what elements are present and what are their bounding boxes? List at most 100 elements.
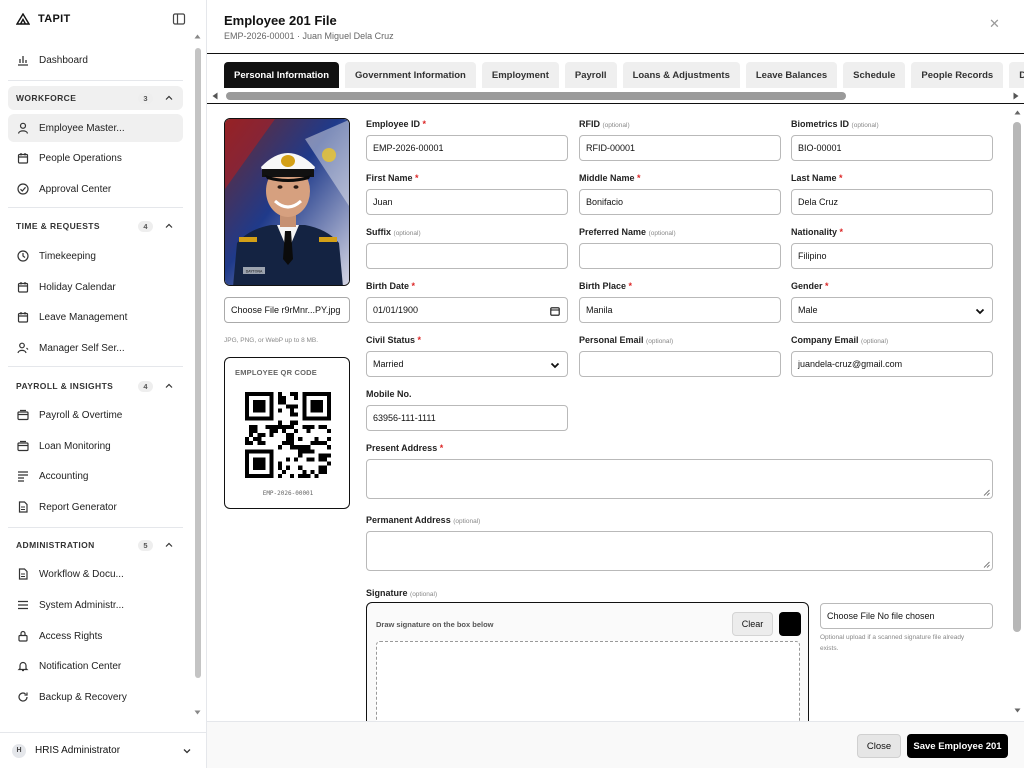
resize-grip-icon[interactable]	[983, 561, 990, 568]
page-subtitle: EMP-2026-00001 · Juan Miguel Dela Cruz	[224, 31, 394, 41]
gender-select[interactable]: Male	[791, 297, 993, 323]
sidebar-item-manager-self-service[interactable]: Manager Self Ser...	[8, 334, 183, 362]
photo-file-input[interactable]: Choose File r9rMnr...PY.jpg	[224, 297, 350, 323]
sidebar-item-label: Payroll & Overtime	[39, 409, 123, 421]
tab-schedule[interactable]: Schedule	[843, 62, 906, 88]
sidebar-item-backup-recovery[interactable]: Backup & Recovery	[8, 683, 183, 711]
section-workforce[interactable]: WORKFORCE 3	[8, 86, 183, 110]
sidebar-item-workflow-documents[interactable]: Workflow & Docu...	[8, 560, 183, 588]
tab-employment[interactable]: Employment	[481, 62, 559, 88]
sidebar-item-notification-center[interactable]: Notification Center	[8, 652, 183, 680]
sidebar-item-payroll-overtime[interactable]: Payroll & Overtime	[8, 401, 183, 429]
mobile-label: Mobile No.	[366, 389, 412, 399]
sidebar-item-report-generator[interactable]: Report Generator	[8, 493, 183, 521]
calendar-icon	[17, 312, 29, 323]
gender-label: Gender *	[791, 281, 829, 291]
sidebar-item-employee-master[interactable]: Employee Master...	[8, 114, 183, 142]
tab-government-information[interactable]: Government Information	[345, 62, 476, 88]
chevron-down-icon	[183, 749, 191, 754]
sidebar-item-access-rights[interactable]: Access Rights	[8, 622, 183, 650]
name-tag-text: DAYTONA	[246, 270, 263, 274]
photo-hint: JPG, PNG, or WebP up to 8 MB.	[224, 337, 319, 344]
save-employee-button[interactable]: Save Employee 201	[907, 734, 1008, 758]
sidebar-item-leave-management[interactable]: Leave Management	[8, 303, 183, 331]
tab-documents[interactable]: Docu	[1009, 62, 1024, 88]
scroll-up-arrow-icon[interactable]	[1014, 110, 1021, 115]
gender-value: Male	[798, 305, 818, 315]
qr-title: EMPLOYEE QR CODE	[235, 368, 317, 377]
sidebar-item-accounting[interactable]: Accounting	[8, 462, 183, 490]
first-name-input[interactable]: Juan	[366, 189, 568, 215]
calendar-icon[interactable]	[550, 306, 560, 316]
resize-grip-icon[interactable]	[983, 489, 990, 496]
section-time-requests[interactable]: TIME & REQUESTS 4	[8, 214, 183, 238]
modal-footer: Close Save Employee 201	[207, 721, 1024, 768]
section-title: PAYROLL & INSIGHTS	[16, 381, 114, 391]
user-menu[interactable]: H HRIS Administrator	[0, 732, 207, 768]
sidebar-item-loan-monitoring[interactable]: Loan Monitoring	[8, 432, 183, 460]
rfid-input[interactable]: RFID-00001	[579, 135, 781, 161]
sidebar-scrollbar-thumb[interactable]	[195, 48, 201, 678]
close-icon[interactable]: ✕	[989, 16, 1000, 32]
personal-email-input[interactable]	[579, 351, 781, 377]
tab-leave-balances[interactable]: Leave Balances	[745, 62, 838, 88]
suffix-input[interactable]	[366, 243, 568, 269]
section-payroll-insights[interactable]: PAYROLL & INSIGHTS 4	[8, 374, 183, 398]
signature-file-input[interactable]: Choose File No file chosen	[820, 603, 993, 629]
rfid-label: RFID (optional)	[579, 119, 630, 129]
middle-name-input[interactable]: Bonifacio	[579, 189, 781, 215]
scroll-up-arrow-icon[interactable]	[194, 34, 201, 39]
qr-card: EMPLOYEE QR CODE EMP-2026-00001	[224, 357, 350, 509]
sidebar-item-label: Access Rights	[39, 630, 103, 642]
sidebar-item-label: Accounting	[39, 470, 89, 482]
chevron-up-icon	[165, 223, 173, 228]
sidebar-item-approval-center[interactable]: Approval Center	[8, 175, 183, 203]
tab-loans-adjustments[interactable]: Loans & Adjustments	[622, 62, 740, 88]
sidebar-item-timekeeping[interactable]: Timekeeping	[8, 242, 183, 270]
present-address-textarea[interactable]	[366, 459, 993, 499]
scroll-down-arrow-icon[interactable]	[1014, 708, 1021, 713]
section-administration[interactable]: ADMINISTRATION 5	[8, 533, 183, 557]
present-address-label: Present Address *	[366, 443, 444, 453]
section-count-badge: 4	[138, 220, 153, 232]
last-name-input[interactable]: Dela Cruz	[791, 189, 993, 215]
document-icon	[18, 568, 28, 580]
tab-payroll[interactable]: Payroll	[564, 62, 617, 88]
tab-people-records[interactable]: People Records	[911, 62, 1004, 88]
permanent-address-textarea[interactable]	[366, 531, 993, 571]
sidebar-item-label: Manager Self Ser...	[39, 342, 125, 354]
civil-status-select[interactable]: Married	[366, 351, 568, 377]
sidebar-item-label: Leave Management	[39, 311, 128, 323]
signature-clear-button[interactable]: Clear	[732, 612, 773, 636]
sidebar-item-label: Backup & Recovery	[39, 691, 127, 703]
form-scrollbar-thumb[interactable]	[1013, 122, 1021, 632]
birth-place-input[interactable]: Manila	[579, 297, 781, 323]
employee-id-input[interactable]: EMP-2026-00001	[366, 135, 568, 161]
sidebar-item-dashboard[interactable]: Dashboard	[8, 46, 183, 74]
company-email-input[interactable]: juandela-cruz@gmail.com	[791, 351, 993, 377]
sidebar-item-system-administration[interactable]: System Administr...	[8, 591, 183, 619]
bar-chart-icon	[18, 56, 28, 66]
app-window: TAPIT Dashboard WORKFORCE 3 Employee Mas…	[0, 0, 1024, 768]
calendar-icon	[17, 282, 29, 293]
sidebar-collapse-icon[interactable]	[172, 12, 186, 26]
mobile-input[interactable]: 63956-111-1111	[366, 405, 568, 431]
birth-date-input[interactable]: 01/01/1900	[366, 297, 568, 323]
sidebar-item-holiday-calendar[interactable]: Holiday Calendar	[8, 273, 183, 301]
scroll-left-arrow-icon[interactable]	[212, 92, 218, 100]
user-tie-icon	[17, 342, 29, 354]
tab-personal-information[interactable]: Personal Information	[224, 62, 340, 88]
brand[interactable]: TAPIT	[16, 13, 70, 25]
nationality-input[interactable]: Filipino	[791, 243, 993, 269]
avatar: H	[12, 743, 26, 758]
chevron-up-icon	[165, 383, 173, 388]
preferred-name-input[interactable]	[579, 243, 781, 269]
scroll-down-arrow-icon[interactable]	[194, 710, 201, 715]
close-button[interactable]: Close	[857, 734, 901, 758]
biometrics-id-input[interactable]: BIO-00001	[791, 135, 993, 161]
signature-color-swatch[interactable]	[779, 612, 801, 636]
tabs-scrollbar-thumb[interactable]	[226, 92, 846, 100]
scroll-right-arrow-icon[interactable]	[1013, 92, 1019, 100]
birth-date-label: Birth Date *	[366, 281, 416, 291]
sidebar-item-people-operations[interactable]: People Operations	[8, 144, 183, 172]
